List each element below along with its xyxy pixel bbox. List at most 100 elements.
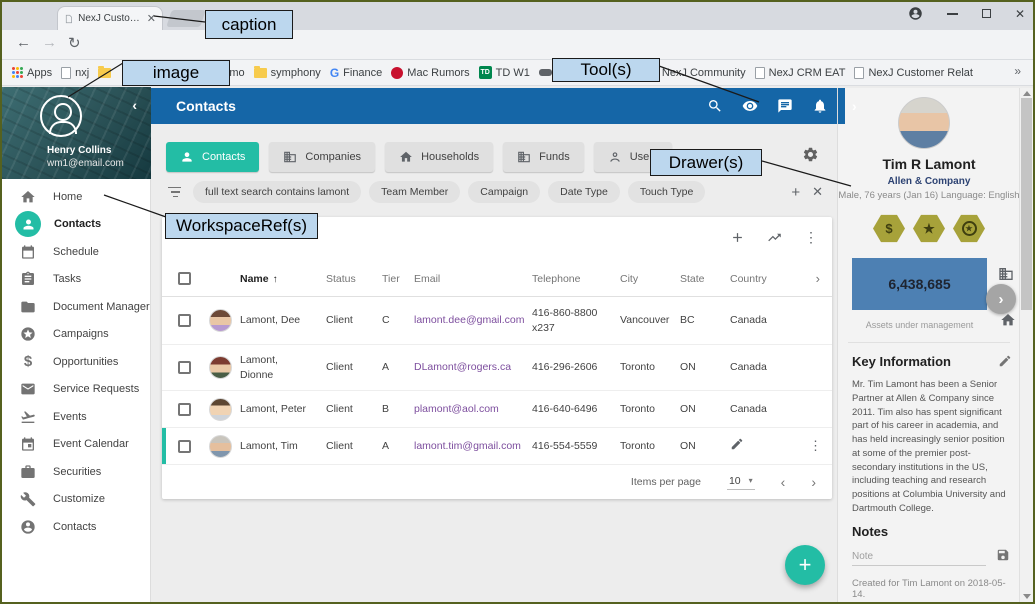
drawer-scrollbar[interactable] [1019,88,1033,602]
sidebar-item-customize[interactable]: Customize [2,486,151,514]
more-columns-icon[interactable]: › [788,271,832,286]
bookmark-finance[interactable]: GFinance [330,66,382,80]
select-all-checkbox[interactable] [178,272,191,285]
bookmark-nxj[interactable]: nxj [61,67,89,79]
drawer-collapse-handle[interactable]: › [986,284,1016,314]
browser-tab[interactable]: NexJ Customer Relations ✕ [57,6,163,30]
table-row[interactable]: Lamont, Dionne Client A DLamont@rogers.c… [162,345,832,391]
sidebar-item-contacts[interactable]: Contacts [2,211,151,239]
sidebar-item-document-manager[interactable]: Document Manager [2,293,151,321]
row-more-icon[interactable]: ⋮ [788,438,832,454]
bookmark-nexj-community[interactable]: NexJ Community [662,67,746,79]
cell-email[interactable]: plamont@aol.com [414,402,532,416]
cell-email[interactable]: lamont.tim@gmail.com [414,439,532,453]
save-note-icon[interactable] [996,548,1010,567]
table-row[interactable]: Lamont, Dee Client C lamont.dee@gmail.co… [162,297,832,345]
bookmark-mac-rumors[interactable]: Mac Rumors [391,67,469,79]
sidebar-item-securities[interactable]: Securities [2,458,151,486]
bookmark-nexj-crm-eat[interactable]: NexJ CRM EAT [755,67,846,79]
add-filter-icon[interactable]: + [791,184,800,201]
note-input[interactable] [852,548,986,566]
close-window-icon[interactable]: ✕ [1015,7,1025,21]
sidebar-item-schedule[interactable]: Schedule [2,238,151,266]
column-header-telephone[interactable]: Telephone [532,273,620,285]
profile-icon[interactable] [908,6,923,21]
prev-page-icon[interactable]: ‹ [781,474,786,490]
star-circle-badge-icon[interactable]: ★ [953,214,985,243]
maximize-icon[interactable] [982,9,991,18]
more-options-icon[interactable]: ⋮ [804,229,818,246]
cell-telephone[interactable]: 416-554-5559 [532,439,620,453]
cell-telephone[interactable]: 416-296-2606 [532,360,620,374]
column-header-status[interactable]: Status [326,273,382,285]
new-tab-button[interactable] [166,10,206,27]
column-header-name[interactable]: Name↑ [240,273,326,285]
scroll-down-icon[interactable] [1023,594,1031,599]
filter-chip-campaign[interactable]: Campaign [468,181,540,203]
reload-icon[interactable]: ↻ [68,34,81,52]
tab-close-icon[interactable]: ✕ [147,12,156,25]
dollar-badge-icon[interactable]: $ [873,214,905,243]
clear-filters-icon[interactable]: ✕ [812,184,823,200]
tab-funds[interactable]: Funds [503,142,584,172]
sidebar-item-contacts-2[interactable]: Contacts [2,513,151,541]
cell-name[interactable]: Lamont, Dionne [240,353,296,381]
back-icon[interactable]: ← [16,34,31,51]
add-icon[interactable] [730,230,745,245]
filter-chip-search[interactable]: full text search contains lamont [193,181,361,203]
chat-icon[interactable] [777,98,793,114]
table-row-selected[interactable]: Lamont, Tim Client A lamont.tim@gmail.co… [162,428,832,465]
tab-companies[interactable]: Companies [269,142,375,172]
next-page-icon[interactable]: › [811,474,816,490]
eye-icon[interactable] [742,98,758,114]
sidebar-item-events[interactable]: Events [2,403,151,431]
row-checkbox[interactable] [178,314,191,327]
sidebar-item-service-requests[interactable]: Service Requests [2,376,151,404]
settings-gear-icon[interactable] [802,146,819,168]
bookmark-td-w1[interactable]: TDTD W1 [479,66,530,79]
filter-chip-team-member[interactable]: Team Member [369,181,460,203]
column-header-state[interactable]: State [680,273,730,285]
bookmark-nexj-customer-rel[interactable]: NexJ Customer Relat [854,67,973,79]
tab-contacts[interactable]: Contacts [166,142,259,172]
expand-drawer-icon[interactable]: › [852,98,857,114]
assets-metric-tile[interactable]: 6,438,685 [852,258,987,310]
sidebar-item-event-calendar[interactable]: Event Calendar [2,431,151,459]
column-header-country[interactable]: Country [730,273,788,285]
cell-name[interactable]: Lamont, Dee [240,313,326,327]
filter-icon[interactable] [168,187,182,198]
row-checkbox[interactable] [178,440,191,453]
edit-key-info-icon[interactable] [998,354,1012,373]
column-header-email[interactable]: Email [414,273,532,285]
bookmark-folder[interactable] [98,68,111,78]
sidebar-item-home[interactable]: Home [2,183,151,211]
collapse-sidebar-icon[interactable]: ‹ [132,97,137,113]
cell-name[interactable]: Lamont, Peter [240,402,326,416]
contact-company[interactable]: Allen & Company [838,176,1020,187]
filter-chip-date-type[interactable]: Date Type [548,181,620,203]
bookmarks-overflow-icon[interactable]: » [1014,64,1021,78]
column-header-tier[interactable]: Tier [382,273,414,285]
cell-email[interactable]: lamont.dee@gmail.com [414,313,532,327]
sidebar-item-campaigns[interactable]: Campaigns [2,321,151,349]
cell-email[interactable]: DLamont@rogers.ca [414,360,532,374]
items-per-page-select[interactable]: 10▾ [727,475,755,490]
add-contact-fab[interactable]: + [785,545,825,585]
cell-name[interactable]: Lamont, Tim [240,439,326,453]
bookmark-apps[interactable]: Apps [12,67,52,79]
sidebar-item-opportunities[interactable]: $ Opportunities [2,348,151,376]
column-header-city[interactable]: City [620,273,680,285]
table-row[interactable]: Lamont, Peter Client B plamont@aol.com 4… [162,391,832,428]
bookmark-key[interactable] [539,69,552,76]
cell-telephone[interactable]: 416-640-6496 [532,402,620,416]
edit-row-icon[interactable] [730,437,788,456]
trending-chart-icon[interactable] [767,230,782,245]
bell-icon[interactable] [812,98,828,114]
filter-chip-touch-type[interactable]: Touch Type [628,181,706,203]
minimize-icon[interactable] [947,13,958,15]
forward-icon[interactable]: → [42,34,57,51]
user-avatar[interactable] [40,95,82,137]
tab-households[interactable]: Households [385,142,493,172]
star-badge-icon[interactable]: ★ [913,214,945,243]
bookmark-symphony[interactable]: symphony [254,67,321,79]
